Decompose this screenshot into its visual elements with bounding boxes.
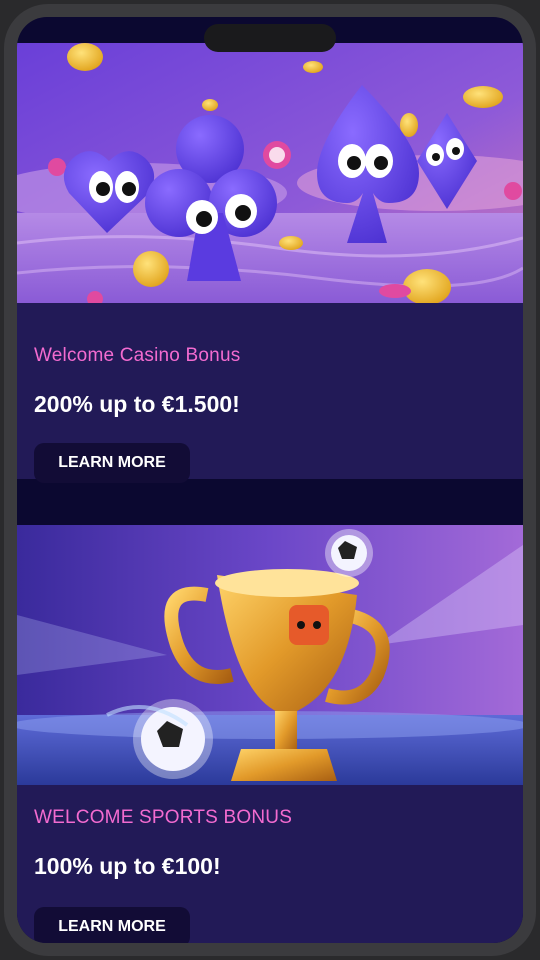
sports-learn-more-button[interactable]: LEARN MORE (34, 907, 190, 943)
casino-learn-more-button[interactable]: LEARN MORE (34, 443, 190, 483)
sports-bonus-card: WELCOME SPORTS BONUS 100% up to €100! LE… (17, 525, 523, 943)
camera-notch (204, 24, 336, 52)
casino-bonus-card: Welcome Casino Bonus 200% up to €1.500! … (17, 43, 523, 483)
sports-banner-image (17, 525, 523, 785)
casino-bonus-amount: 200% up to €1.500! (34, 391, 240, 417)
screen: Welcome Casino Bonus 200% up to €1.500! … (17, 17, 523, 943)
trophy-football-illustration (17, 525, 523, 785)
sports-bonus-amount: 100% up to €100! (34, 853, 221, 879)
casino-banner-image (17, 43, 523, 303)
casino-card-suits-illustration (17, 43, 523, 303)
casino-bonus-title: Welcome Casino Bonus (34, 345, 241, 366)
sports-bonus-title: WELCOME SPORTS BONUS (34, 807, 293, 828)
